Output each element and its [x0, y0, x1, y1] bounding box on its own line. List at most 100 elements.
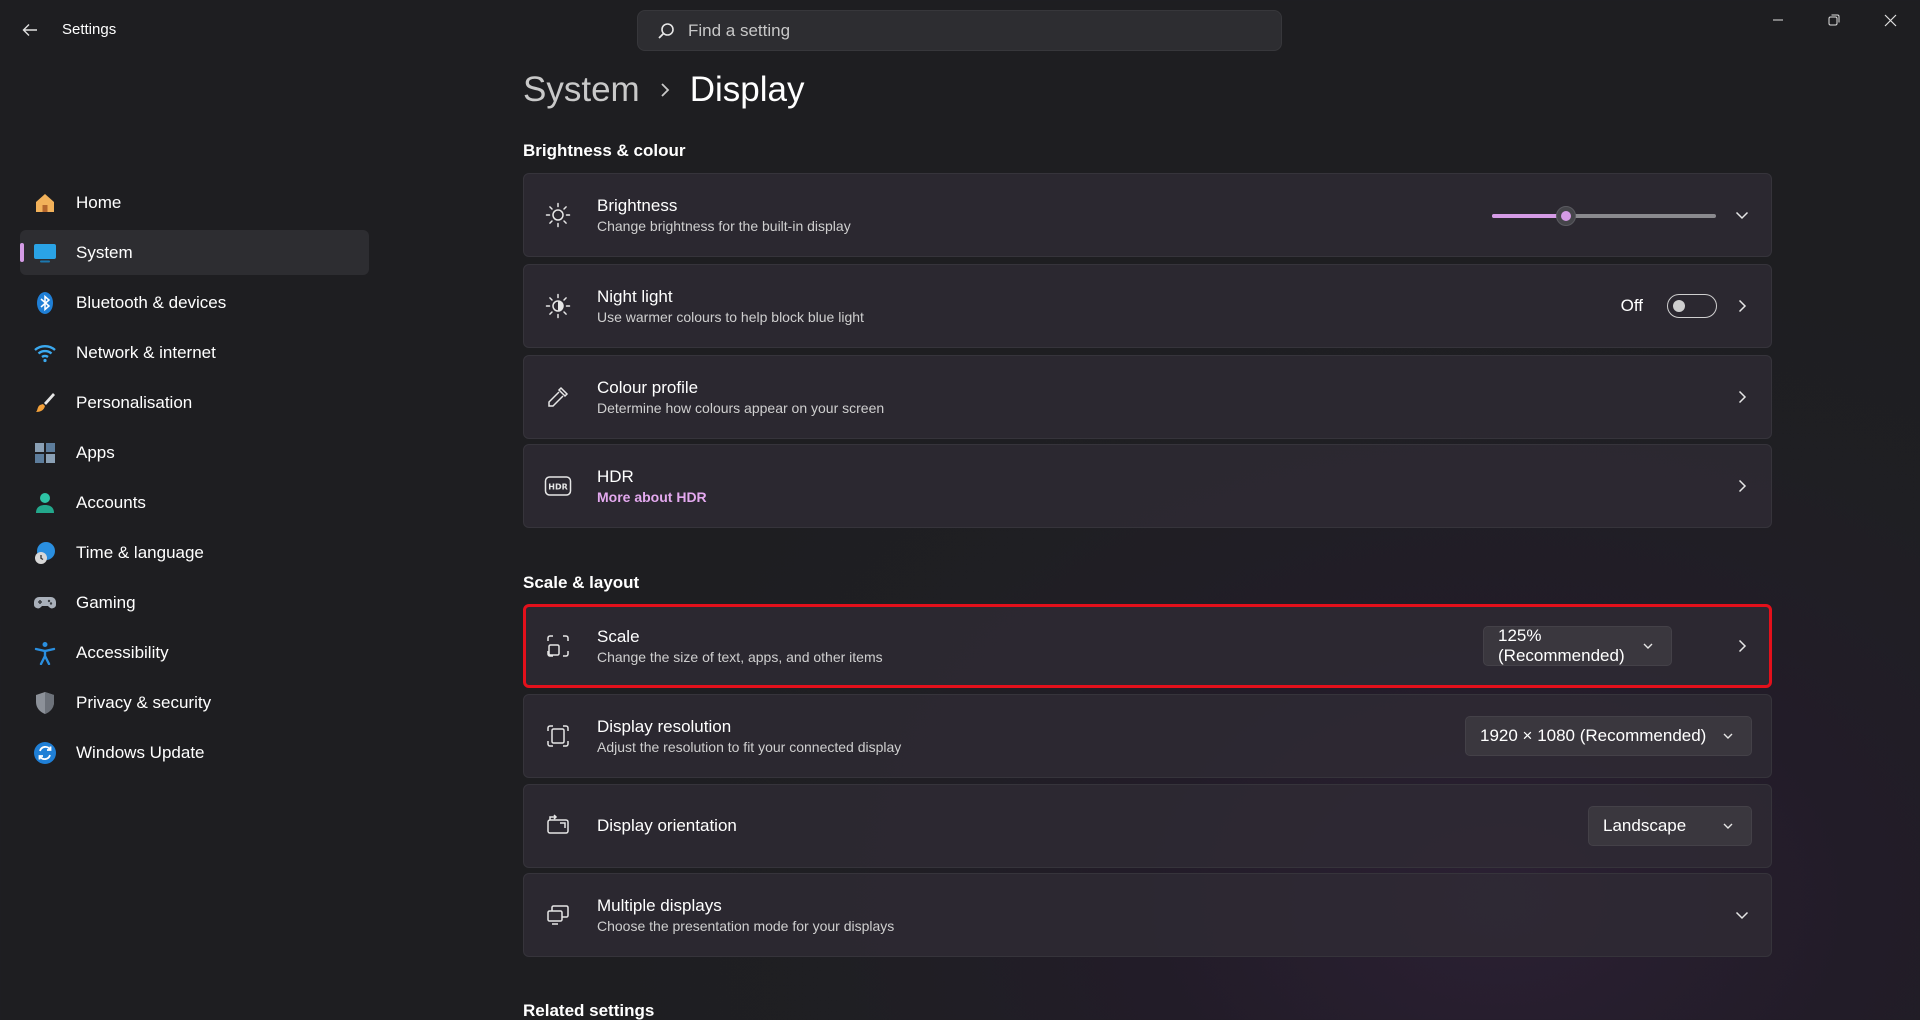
hdr-card[interactable]: HDR HDR More about HDR: [523, 444, 1772, 528]
sidebar-item-label: Home: [76, 192, 122, 212]
brightness-title: Brightness: [597, 196, 678, 215]
orientation-dropdown[interactable]: Landscape: [1588, 806, 1752, 846]
sidebar-item-label: Accounts: [76, 492, 146, 512]
sidebar-item-gaming[interactable]: Gaming: [20, 580, 369, 625]
sidebar-item-label: Time & language: [76, 542, 204, 562]
sidebar-item-accessibility[interactable]: Accessibility: [20, 630, 369, 675]
sidebar-item-label: Privacy & security: [76, 692, 212, 712]
orientation-icon: [543, 811, 573, 841]
restore-button[interactable]: [1806, 0, 1862, 40]
brightness-slider-thumb[interactable]: [1555, 206, 1576, 226]
sidebar-item-network[interactable]: Network & internet: [20, 330, 369, 375]
sidebar-item-privacy-security[interactable]: Privacy & security: [20, 680, 369, 725]
brightness-subtitle: Change brightness for the built-in displ…: [597, 218, 851, 234]
chevron-down-icon: [1639, 637, 1657, 655]
section-title-scale-layout: Scale & layout: [523, 573, 640, 592]
display-orientation-card[interactable]: Display orientation Landscape: [523, 784, 1772, 868]
sidebar-item-label: Gaming: [76, 592, 136, 612]
page-title: Display: [689, 70, 805, 109]
person-icon: [32, 490, 58, 516]
sidebar-item-label: Bluetooth & devices: [76, 292, 227, 312]
scale-icon: [543, 631, 573, 661]
colour-profile-card[interactable]: Colour profile Determine how colours app…: [523, 355, 1772, 439]
search-input[interactable]: [688, 20, 1248, 41]
sidebar-item-personalisation[interactable]: Personalisation: [20, 380, 369, 425]
sidebar-item-system[interactable]: System: [20, 230, 369, 275]
sidebar-item-time-language[interactable]: Time & language: [20, 530, 369, 575]
sidebar-nav: Home System Bluetooth & devices Network …: [20, 180, 369, 780]
close-icon: [1884, 14, 1896, 26]
chevron-down-icon: [1719, 817, 1737, 835]
resolution-icon: [543, 721, 573, 751]
multiple-displays-subtitle: Choose the presentation mode for your di…: [597, 918, 895, 934]
scale-subtitle: Change the size of text, apps, and other…: [597, 649, 883, 665]
sidebar-item-label: Windows Update: [76, 742, 205, 762]
display-resolution-title: Display resolution: [597, 717, 732, 736]
apps-icon: [32, 440, 58, 466]
sidebar-item-windows-update[interactable]: Windows Update: [20, 730, 369, 775]
orientation-dropdown-value: Landscape: [1603, 816, 1687, 835]
update-icon: [32, 740, 58, 766]
shield-icon: [32, 690, 58, 716]
resolution-dropdown-value: 1920 × 1080 (Recommended): [1480, 726, 1707, 745]
sidebar-item-label: System: [76, 242, 133, 262]
colour-profile-subtitle: Determine how colours appear on your scr…: [597, 400, 885, 416]
hdr-more-link[interactable]: More about HDR: [597, 488, 707, 506]
home-icon: [32, 190, 58, 216]
night-light-subtitle: Use warmer colours to help block blue li…: [597, 309, 864, 325]
chevron-right-icon[interactable]: [1731, 295, 1753, 317]
back-arrow-icon: [22, 24, 37, 36]
accessibility-icon: [32, 640, 58, 666]
breadcrumb: System Display: [523, 70, 804, 110]
night-light-title: Night light: [597, 287, 673, 306]
colour-profile-title: Colour profile: [597, 378, 699, 397]
brightness-slider-fill: [1492, 214, 1566, 218]
chevron-right-icon[interactable]: [1731, 635, 1753, 657]
sidebar-item-bluetooth[interactable]: Bluetooth & devices: [20, 280, 369, 325]
multiple-displays-card[interactable]: Multiple displays Choose the presentatio…: [523, 873, 1772, 957]
display-resolution-subtitle: Adjust the resolution to fit your connec…: [597, 739, 902, 755]
chevron-right-icon: [658, 82, 672, 98]
brightness-slider[interactable]: [1492, 206, 1716, 226]
night-light-icon: [543, 291, 573, 321]
sidebar-item-home[interactable]: Home: [20, 180, 369, 225]
hdr-title: HDR: [597, 467, 634, 486]
display-orientation-title: Display orientation: [597, 816, 737, 835]
app-title: Settings: [62, 21, 117, 38]
night-light-state: Off: [1620, 296, 1643, 315]
close-button[interactable]: [1862, 0, 1918, 40]
breadcrumb-parent[interactable]: System: [523, 70, 640, 110]
scale-dropdown[interactable]: 125% (Recommended): [1483, 626, 1672, 666]
sidebar-item-label: Apps: [76, 442, 115, 462]
back-button[interactable]: [18, 18, 42, 42]
sidebar-item-apps[interactable]: Apps: [20, 430, 369, 475]
chevron-right-icon[interactable]: [1731, 386, 1753, 408]
search-icon: [656, 21, 676, 41]
globe-clock-icon: [32, 540, 58, 566]
sun-icon: [543, 200, 573, 230]
display-resolution-card[interactable]: Display resolution Adjust the resolution…: [523, 694, 1772, 778]
resolution-dropdown[interactable]: 1920 × 1080 (Recommended): [1465, 716, 1752, 756]
sidebar-item-accounts[interactable]: Accounts: [20, 480, 369, 525]
section-title-related-settings: Related settings: [523, 1001, 655, 1020]
bluetooth-icon: [32, 290, 58, 316]
sidebar-item-label: Accessibility: [76, 642, 169, 662]
search-box[interactable]: [637, 10, 1282, 51]
wifi-icon: [32, 340, 58, 366]
chevron-down-icon: [1719, 727, 1737, 745]
section-title-brightness-colour: Brightness & colour: [523, 141, 686, 160]
sidebar-item-label: Personalisation: [76, 392, 193, 412]
minimize-button[interactable]: [1750, 0, 1806, 40]
night-light-card[interactable]: Night light Use warmer colours to help b…: [523, 264, 1772, 348]
scale-card[interactable]: Scale Change the size of text, apps, and…: [523, 604, 1772, 688]
night-light-toggle[interactable]: [1667, 294, 1717, 318]
chevron-down-icon[interactable]: [1731, 904, 1753, 926]
title-bar: Settings: [0, 0, 1920, 60]
hdr-icon: HDR: [543, 471, 573, 501]
sidebar-item-label: Network & internet: [76, 342, 216, 362]
chevron-right-icon[interactable]: [1731, 475, 1753, 497]
brightness-card[interactable]: Brightness Change brightness for the bui…: [523, 173, 1772, 257]
monitor-icon: [32, 240, 58, 266]
chevron-down-icon[interactable]: [1731, 204, 1753, 226]
scale-title: Scale: [597, 627, 640, 646]
